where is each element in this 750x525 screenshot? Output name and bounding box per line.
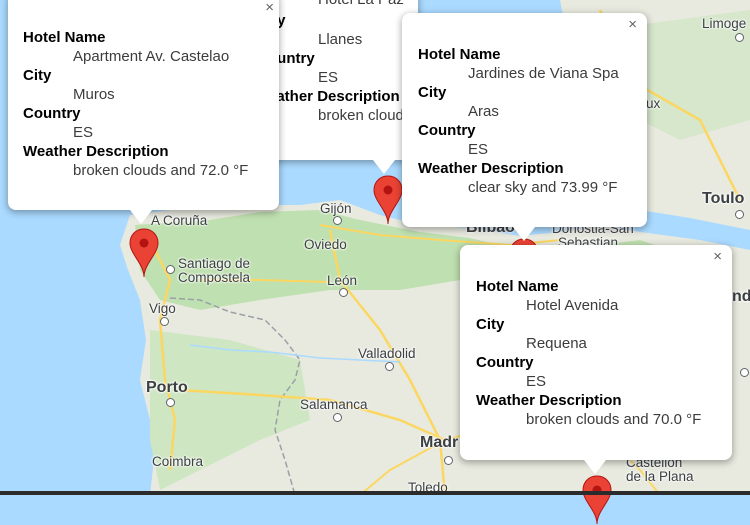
field-value: Requena <box>526 335 587 352</box>
close-icon[interactable]: × <box>265 0 274 16</box>
field-value: Jardines de Viana Spa <box>468 65 619 82</box>
city-dot <box>160 317 169 326</box>
info-window-apartment-castelao: × Hotel Name Apartment Av. Castelao City… <box>8 0 279 224</box>
map-marker[interactable] <box>373 175 403 225</box>
city-dot <box>735 210 744 219</box>
close-icon[interactable]: × <box>628 17 637 33</box>
city-label: Salamanca <box>300 397 368 412</box>
info-window-hotel-avenida: × Hotel Name Hotel Avenida City Requena … <box>460 245 732 474</box>
field-label: Country <box>418 122 476 139</box>
field-value: ES <box>73 124 94 141</box>
field-label: Country <box>476 354 534 371</box>
city-dot <box>339 288 348 297</box>
city-label: ux <box>646 96 661 111</box>
field-value: broken cloud <box>318 107 404 124</box>
info-window-tail <box>513 227 535 241</box>
field-label: Weather Description <box>418 160 564 177</box>
city-dot <box>166 265 175 274</box>
bottom-bar <box>0 491 750 495</box>
city-label: de la Plana <box>626 469 694 484</box>
city-dot <box>735 33 744 42</box>
field-label: eather Description <box>268 88 400 105</box>
field-label: Weather Description <box>23 143 169 160</box>
iw-tail <box>373 160 395 174</box>
city-dot <box>385 362 394 371</box>
info-window-tail <box>130 210 152 224</box>
city-label: Toulo <box>702 190 745 207</box>
city-dot <box>444 456 453 465</box>
field-value: clear sky and 73.99 °F <box>468 179 618 196</box>
city-label: Coimbra <box>152 454 204 469</box>
info-window-jardines-viana: × Hotel Name Jardines de Viana Spa City … <box>402 13 647 241</box>
field-value: ES <box>526 373 547 390</box>
city-dot <box>333 413 342 422</box>
field-label: City <box>476 316 505 333</box>
field-value: broken clouds and 72.0 °F <box>73 162 249 179</box>
field-value: Aras <box>468 103 499 120</box>
city-label: León <box>327 273 358 288</box>
city-dot <box>740 368 749 377</box>
city-label: Gijón <box>320 201 352 216</box>
city-label: Santiago de <box>178 256 251 271</box>
field-value: Llanes <box>318 31 363 48</box>
field-value: ES <box>318 69 339 86</box>
map-canvas[interactable]: Limoge Toulo A Coruña Gijón Oviedo Santi… <box>0 0 750 525</box>
city-label: Porto <box>146 379 188 396</box>
city-label: Valladolid <box>358 346 416 361</box>
field-label: Hotel Name <box>476 278 559 295</box>
city-label: Madr <box>420 434 459 451</box>
city-label: nd <box>732 288 750 305</box>
field-value: broken clouds and 70.0 °F <box>526 411 702 428</box>
field-value: Muros <box>73 86 115 103</box>
map-marker[interactable] <box>582 475 612 525</box>
info-window-llanes: Hotel La Paz ity Llanes ountry ES eather… <box>268 0 418 160</box>
city-label: A Coruña <box>151 213 208 228</box>
field-label: Weather Description <box>476 392 622 409</box>
close-icon[interactable]: × <box>713 249 722 265</box>
city-dot <box>166 398 175 407</box>
field-label: City <box>23 67 52 84</box>
city-label: Limoge <box>702 16 747 31</box>
field-label: Country <box>23 105 81 122</box>
city-dot <box>333 216 342 225</box>
field-label: Hotel Name <box>23 29 106 46</box>
map-marker[interactable] <box>129 228 159 278</box>
field-value: ES <box>468 141 489 158</box>
city-label: Compostela <box>178 270 251 285</box>
field-value: Hotel Avenida <box>526 297 619 314</box>
partial-field: Hotel La Paz <box>318 0 404 8</box>
field-label: Hotel Name <box>418 46 501 63</box>
field-value: Apartment Av. Castelao <box>73 48 230 65</box>
city-label: Oviedo <box>304 237 347 252</box>
field-label: City <box>418 84 447 101</box>
info-window-tail <box>584 460 606 474</box>
city-label: Vigo <box>149 301 176 316</box>
